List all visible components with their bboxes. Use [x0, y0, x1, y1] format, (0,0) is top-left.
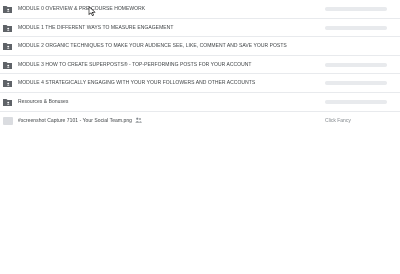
people-icon: [135, 117, 142, 123]
folder-row[interactable]: Resources & Bonuses: [0, 93, 400, 112]
folder-row[interactable]: MODULE 2 ORGANIC TECHNIQUES TO MAKE YOUR…: [0, 37, 400, 56]
details-placeholder: [325, 81, 387, 86]
file-row[interactable]: #screenshot Capture 7101 - Your Social T…: [0, 112, 400, 131]
shared-folder-icon: [3, 80, 12, 88]
folder-row[interactable]: MODULE 1 THE DIFFERENT WAYS TO MEASURE E…: [0, 19, 400, 38]
folder-row[interactable]: MODULE 3 HOW TO CREATE SUPERPOSTS® - TOP…: [0, 56, 400, 75]
file-name: #screenshot Capture 7101 - Your Social T…: [18, 117, 142, 125]
folder-name: MODULE 3 HOW TO CREATE SUPERPOSTS® - TOP…: [18, 61, 252, 68]
shared-folder-icon: [3, 6, 12, 13]
folder-name: MODULE 4 STRATEGICALLY ENGAGING WITH YOU…: [18, 80, 256, 87]
shared-folder-icon: [3, 61, 12, 69]
folder-name: MODULE 0 OVERVIEW & PRE-COURSE HOMEWORK: [18, 6, 146, 12]
folder-row[interactable]: MODULE 0 OVERVIEW & PRE-COURSE HOMEWORK: [0, 0, 400, 19]
file-list: MODULE 0 OVERVIEW & PRE-COURSE HOMEWORK …: [0, 0, 400, 130]
file-name-text: #screenshot Capture 7101 - Your Social T…: [18, 117, 132, 124]
folder-name: MODULE 1 THE DIFFERENT WAYS TO MEASURE E…: [18, 24, 174, 31]
shared-folder-icon: [3, 98, 12, 106]
mouse-cursor-icon: [88, 6, 96, 16]
shared-folder-icon: [3, 43, 12, 51]
folder-name: MODULE 2 ORGANIC TECHNIQUES TO MAKE YOUR…: [18, 43, 287, 50]
folder-row[interactable]: MODULE 4 STRATEGICALLY ENGAGING WITH YOU…: [0, 74, 400, 93]
details-placeholder: [325, 25, 387, 30]
folder-name: Resources & Bonuses: [18, 98, 69, 105]
details-placeholder: [325, 99, 387, 104]
shared-folder-icon: [3, 24, 12, 32]
image-file-icon: [3, 116, 13, 125]
file-owner: Click Fancy: [325, 117, 351, 124]
details-placeholder: [325, 7, 387, 11]
details-placeholder: [325, 62, 387, 67]
